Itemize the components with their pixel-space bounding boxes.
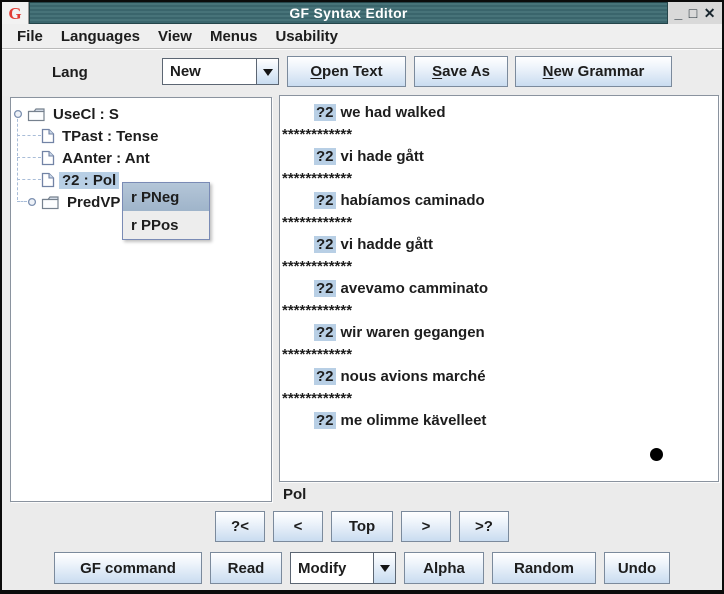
metavariable-token[interactable]: ?2: [314, 324, 336, 341]
status-bar: Pol: [281, 483, 722, 506]
tree-node-label[interactable]: TPast : Tense: [59, 128, 161, 145]
lang-combobox-arrow[interactable]: [256, 59, 278, 84]
metavariable-token[interactable]: ?2: [314, 280, 336, 297]
menu-usability[interactable]: Usability: [266, 26, 347, 47]
modify-combobox[interactable]: Modify: [290, 552, 396, 584]
action-row: GF command Read Modify Alpha Random Undo: [2, 552, 722, 584]
next-metavariable-button[interactable]: >?: [459, 511, 509, 542]
folder-icon: [41, 195, 60, 210]
tree-expand-handle-icon[interactable]: [27, 197, 38, 207]
alpha-button[interactable]: Alpha: [404, 552, 484, 584]
tree-node-tpast[interactable]: TPast : Tense: [41, 126, 161, 146]
lang-combobox-value: New: [163, 59, 256, 84]
separator-line: ************: [280, 388, 718, 410]
menu-file[interactable]: File: [8, 26, 52, 47]
separator-line: ************: [280, 344, 718, 366]
document-icon: [41, 172, 55, 188]
folder-icon: [27, 107, 46, 122]
linearization-line-swedish: ?2vi hade gått: [280, 146, 718, 168]
gf-command-button[interactable]: GF command: [54, 552, 202, 584]
metavariable-token[interactable]: ?2: [314, 368, 336, 385]
next-node-button[interactable]: >: [401, 511, 451, 542]
tree-connector: [17, 201, 27, 202]
read-button[interactable]: Read: [210, 552, 282, 584]
chevron-down-icon: [263, 69, 273, 81]
window-title: GF Syntax Editor: [289, 5, 407, 21]
lang-label: Lang: [52, 48, 88, 96]
top-button[interactable]: Top: [331, 511, 393, 542]
document-icon: [41, 150, 55, 166]
syntax-tree-panel: UseCl : S TPast : Tense AAnter : Ant ?2 …: [10, 97, 272, 502]
menubar: File Languages View Menus Usability: [2, 24, 722, 48]
undo-button[interactable]: Undo: [604, 552, 670, 584]
prev-node-button[interactable]: <: [273, 511, 323, 542]
metavariable-token[interactable]: ?2: [314, 236, 336, 253]
new-grammar-button[interactable]: New Grammar: [515, 56, 672, 87]
tree-node-label[interactable]: AAnter : Ant: [59, 150, 153, 167]
linearization-line-spanish: ?2habíamos caminado: [280, 190, 718, 212]
app-logo: G: [2, 2, 29, 24]
linearization-panel[interactable]: ?2we had walked ************ ?2vi hade g…: [279, 95, 719, 482]
modify-combobox-value: Modify: [291, 553, 373, 583]
toolbar: Lang New Open Text Save As New Grammar: [2, 48, 722, 96]
menu-view[interactable]: View: [149, 26, 201, 47]
linearization-line-finnish: ?2me olimme kävelleet: [280, 410, 718, 432]
tree-connector: [17, 135, 41, 136]
separator-line: ************: [280, 168, 718, 190]
metavariable-token[interactable]: ?2: [314, 104, 336, 121]
prev-metavariable-button[interactable]: ?<: [215, 511, 265, 542]
menu-menus[interactable]: Menus: [201, 26, 267, 47]
status-text: Pol: [283, 486, 306, 503]
open-text-button[interactable]: Open Text: [287, 56, 406, 87]
document-icon: [41, 128, 55, 144]
cursor-dot: [650, 448, 663, 461]
tree-node-aanter[interactable]: AAnter : Ant: [41, 148, 153, 168]
separator-line: ************: [280, 124, 718, 146]
titlebar-drag-area[interactable]: GF Syntax Editor: [29, 2, 668, 24]
metavariable-token[interactable]: ?2: [314, 148, 336, 165]
linearization-line-english: ?2we had walked: [280, 102, 718, 124]
tree-node-usecl[interactable]: UseCl : S: [13, 104, 122, 124]
tree-node-label[interactable]: UseCl : S: [50, 106, 122, 123]
random-button[interactable]: Random: [492, 552, 596, 584]
maximize-icon[interactable]: □: [689, 3, 697, 23]
linearization-line-norwegian: ?2vi hadde gått: [280, 234, 718, 256]
metavariable-token[interactable]: ?2: [314, 412, 336, 429]
save-as-button[interactable]: Save As: [414, 56, 508, 87]
separator-line: ************: [280, 300, 718, 322]
popup-item-ppos[interactable]: r PPos: [123, 211, 209, 239]
tree-node-predvp[interactable]: PredVP: [27, 192, 123, 212]
metavariable-token[interactable]: ?2: [314, 192, 336, 209]
tree-connector: [17, 179, 41, 180]
separator-line: ************: [280, 212, 718, 234]
chevron-down-icon: [380, 565, 390, 577]
window-controls: _ □ ✕: [668, 2, 722, 24]
menu-languages[interactable]: Languages: [52, 26, 149, 47]
lang-combobox[interactable]: New: [162, 58, 279, 85]
close-icon[interactable]: ✕: [704, 3, 716, 23]
titlebar: G GF Syntax Editor _ □ ✕: [2, 2, 722, 24]
tree-expand-handle-icon[interactable]: [13, 109, 24, 119]
linearization-line-french: ?2nous avions marché: [280, 366, 718, 388]
minimize-icon[interactable]: _: [675, 3, 683, 23]
popup-item-pneg[interactable]: r PNeg: [123, 183, 209, 211]
linearization-line-german: ?2wir waren gegangen: [280, 322, 718, 344]
tree-node-label-selected[interactable]: ?2 : Pol: [59, 172, 119, 189]
tree-connector: [17, 157, 41, 158]
app-window: G GF Syntax Editor _ □ ✕ File Languages …: [0, 0, 724, 594]
gf-logo-icon: G: [8, 5, 21, 22]
tree-node-q2-pol[interactable]: ?2 : Pol: [41, 170, 119, 190]
refine-popup-menu: r PNeg r PPos: [122, 182, 210, 240]
separator-line: ************: [280, 256, 718, 278]
tree-node-label[interactable]: PredVP: [64, 194, 123, 211]
linearization-line-italian: ?2avevamo camminato: [280, 278, 718, 300]
modify-combobox-arrow[interactable]: [373, 553, 395, 583]
navigation-row: ?< < Top > >?: [2, 511, 722, 542]
